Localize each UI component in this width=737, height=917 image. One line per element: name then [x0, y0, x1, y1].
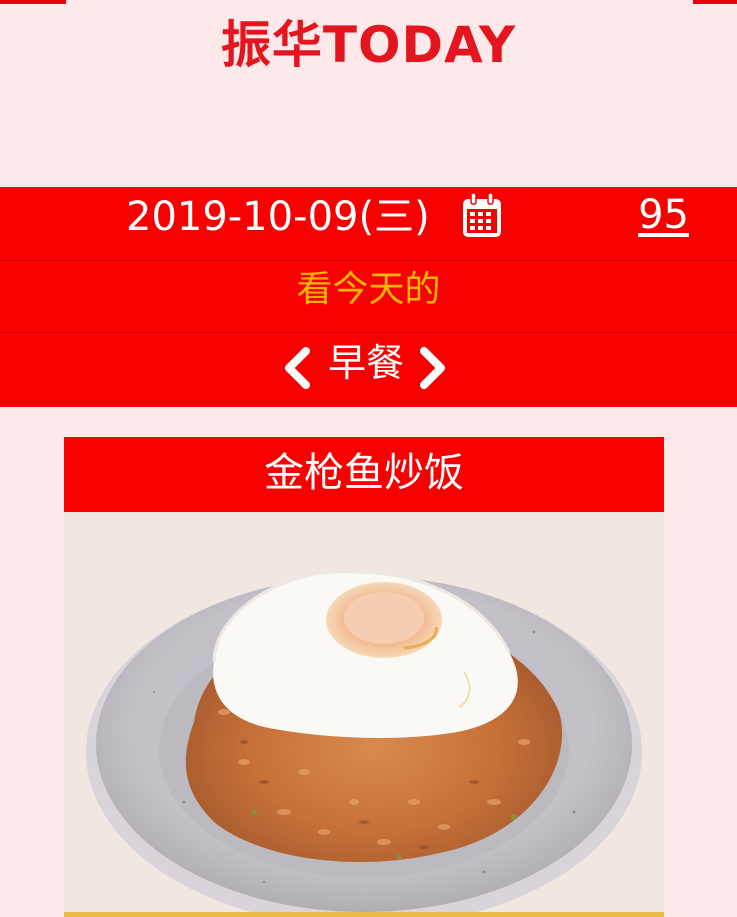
- top-right-accent: [693, 0, 737, 4]
- dish-photo: [64, 512, 664, 912]
- count-link[interactable]: 95: [638, 187, 689, 260]
- top-left-accent: [0, 0, 66, 4]
- date-row: 2019-10-09(三) 95: [0, 187, 737, 260]
- dish-card[interactable]: 金枪鱼炒饭: [64, 437, 664, 917]
- date-text: 2019-10-09(三): [126, 194, 430, 240]
- dish-name: 金枪鱼炒饭: [64, 437, 664, 512]
- calendar-icon[interactable]: [460, 192, 504, 240]
- chevron-right-icon[interactable]: [416, 345, 450, 391]
- chevron-left-icon[interactable]: [280, 345, 314, 391]
- meal-selector: 早餐: [0, 333, 737, 407]
- app-title: 振华TODAY: [220, 16, 517, 74]
- meal-label: 早餐: [327, 341, 404, 385]
- card-bottom-strip: [64, 912, 664, 917]
- prompt-text: 看今天的: [296, 269, 441, 310]
